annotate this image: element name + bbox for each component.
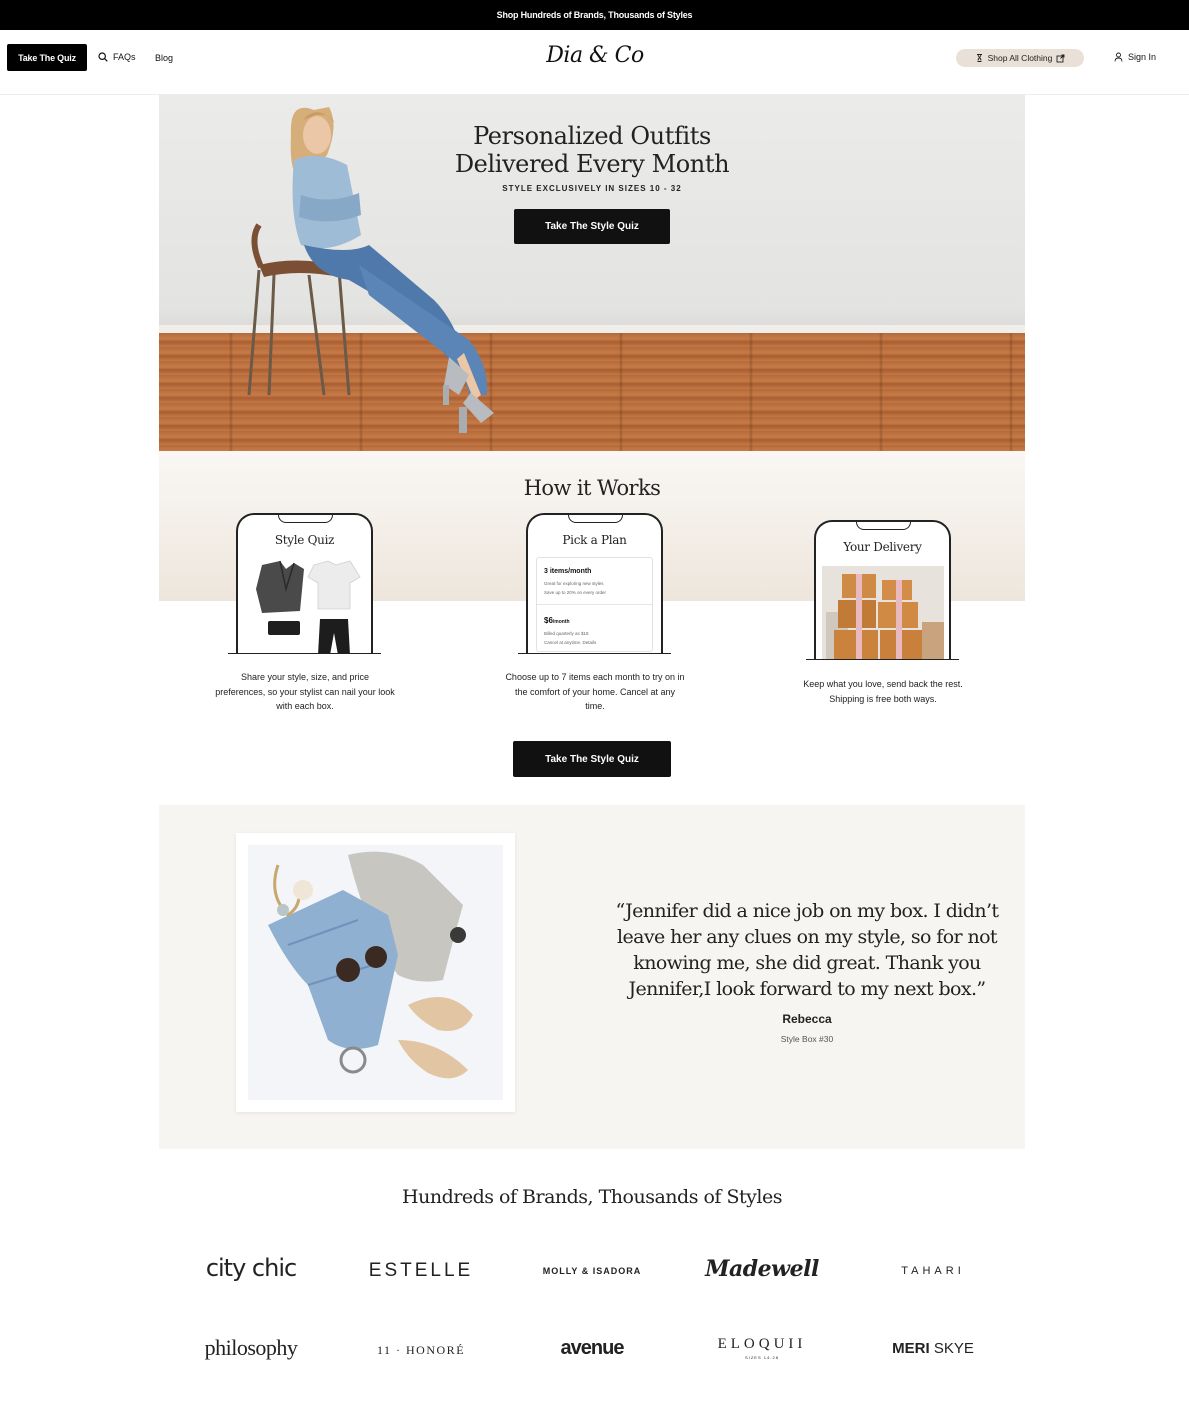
external-link-icon — [1056, 54, 1065, 62]
brand-logo-estelle[interactable]: ESTELLE — [336, 1260, 506, 1282]
plan-option-1-line2: Save up to 20% on every order — [544, 590, 607, 595]
hero-subtitle: STYLE EXCLUSIVELY IN SIZES 10 - 32 — [502, 184, 682, 193]
shop-all-clothing-button[interactable]: Shop All Clothing — [956, 49, 1084, 67]
faqs-link[interactable]: FAQs — [98, 52, 136, 62]
brand-logo-molly-isadora[interactable]: MOLLY & ISADORA — [507, 1266, 677, 1276]
clothing-items-image — [256, 560, 361, 653]
phone-notch — [568, 515, 623, 523]
plan-option-1-line1: Great for exploring new styles — [544, 581, 604, 586]
plan-divider — [537, 604, 652, 605]
style-quiz-phone: Style Quiz — [236, 513, 373, 653]
how-it-works-title: How it Works — [523, 476, 661, 500]
testimonial-author: Rebecca — [782, 1012, 832, 1026]
shop-all-label: Shop All Clothing — [987, 53, 1053, 63]
hanger-icon — [976, 54, 982, 62]
testimonial-quote: “Jennifer did a nice job on my box. I di… — [615, 900, 1000, 1000]
your-delivery-description: Keep what you love, send back the rest. … — [803, 679, 963, 704]
top-nav: Take The Quiz FAQs Blog Dia & Co Shop Al… — [0, 30, 1189, 95]
your-delivery-title: Your Delivery — [843, 540, 922, 554]
testimonial-photo-frame — [236, 833, 515, 1112]
announcement-text[interactable]: Shop Hundreds of Brands, Thousands of St… — [497, 10, 693, 20]
your-delivery-phone: Your Delivery — [814, 520, 951, 660]
hero-title-line1: Personalized Outfits — [473, 122, 711, 150]
sign-in-link[interactable]: Sign In — [1114, 52, 1156, 62]
testimonial-section: “Jennifer did a nice job on my box. I di… — [159, 805, 1025, 1149]
style-quiz-description: Share your style, size, and price prefer… — [215, 672, 395, 711]
brand-logo-11-honore[interactable]: 11 · HONORÉ — [336, 1343, 506, 1358]
pick-plan-phone: Pick a Plan 3 items/month Great for expl… — [526, 513, 663, 653]
phone-base-line — [518, 653, 671, 654]
delivery-boxes-image — [822, 566, 944, 660]
pick-plan-title: Pick a Plan — [562, 533, 627, 547]
eloquii-wordmark: ELOQUII — [717, 1336, 807, 1352]
meri-skye-part1: MERI — [892, 1340, 930, 1357]
plan-option-2-line2: Cancel at anytime. Details — [544, 640, 597, 645]
outfit-flatlay-image — [248, 845, 503, 1100]
hero-banner: Personalized Outfits Delivered Every Mon… — [159, 95, 1025, 451]
phone-base-line — [228, 653, 381, 654]
user-icon — [1114, 52, 1123, 62]
blog-link[interactable]: Blog — [155, 53, 173, 63]
brand-logo-philosophy[interactable]: philosophy — [166, 1335, 336, 1361]
flatlay-illustration — [268, 851, 473, 1079]
plan-option-1: 3 items/month — [544, 568, 592, 575]
brand-logo-meri-skye[interactable]: MERI SKYE — [848, 1340, 1018, 1357]
plan-price: $6 — [544, 616, 553, 625]
brands-title: Hundreds of Brands, Thousands of Styles — [402, 1186, 782, 1208]
brand-logo-tahari[interactable]: TAHARI — [848, 1265, 1018, 1277]
how-style-quiz-button[interactable]: Take The Style Quiz — [513, 741, 671, 777]
brand-logo-avenue[interactable]: avenue — [507, 1337, 677, 1360]
plan-option-2-details: Billed quarterly as $18 Cancel at anytim… — [544, 629, 596, 647]
announcement-bar[interactable]: Shop Hundreds of Brands, Thousands of St… — [0, 0, 1189, 30]
phone-notch — [856, 522, 911, 530]
plan-price-unit: /month — [552, 619, 570, 625]
sign-in-label: Sign In — [1128, 52, 1157, 62]
brand-logo-eloquii[interactable]: ELOQUII SIZES 14-28 — [677, 1337, 847, 1365]
testimonial-style-box: Style Box #30 — [780, 1034, 834, 1044]
meri-skye-part2: SKYE — [933, 1340, 974, 1357]
brand-logo-madewell[interactable]: Madewell — [677, 1256, 847, 1282]
plan-option-2-line1: Billed quarterly as $18 — [544, 631, 589, 636]
eloquii-sizes: SIZES 14-28 — [745, 1355, 779, 1360]
pick-plan-description: Choose up to 7 items each month to try o… — [505, 672, 685, 711]
phone-base-line — [806, 659, 959, 660]
plan-card: 3 items/month Great for exploring new st… — [536, 557, 653, 652]
style-quiz-title: Style Quiz — [274, 533, 335, 547]
faqs-label: FAQs — [113, 52, 136, 62]
hero-style-quiz-button[interactable]: Take The Style Quiz — [514, 209, 670, 244]
brand-logo-city-chic[interactable]: city chic — [166, 1254, 336, 1282]
hero-title: Personalized Outfits Delivered Every Mon… — [409, 122, 775, 178]
plan-option-1-details: Great for exploring new styles Save up t… — [544, 579, 606, 597]
take-quiz-button[interactable]: Take The Quiz — [7, 44, 87, 71]
logo[interactable]: Dia & Co — [540, 43, 650, 68]
plan-option-2-price: $6/month — [544, 616, 570, 625]
search-icon — [98, 52, 108, 62]
hero-title-line2: Delivered Every Month — [454, 150, 730, 178]
phone-notch — [278, 515, 333, 523]
